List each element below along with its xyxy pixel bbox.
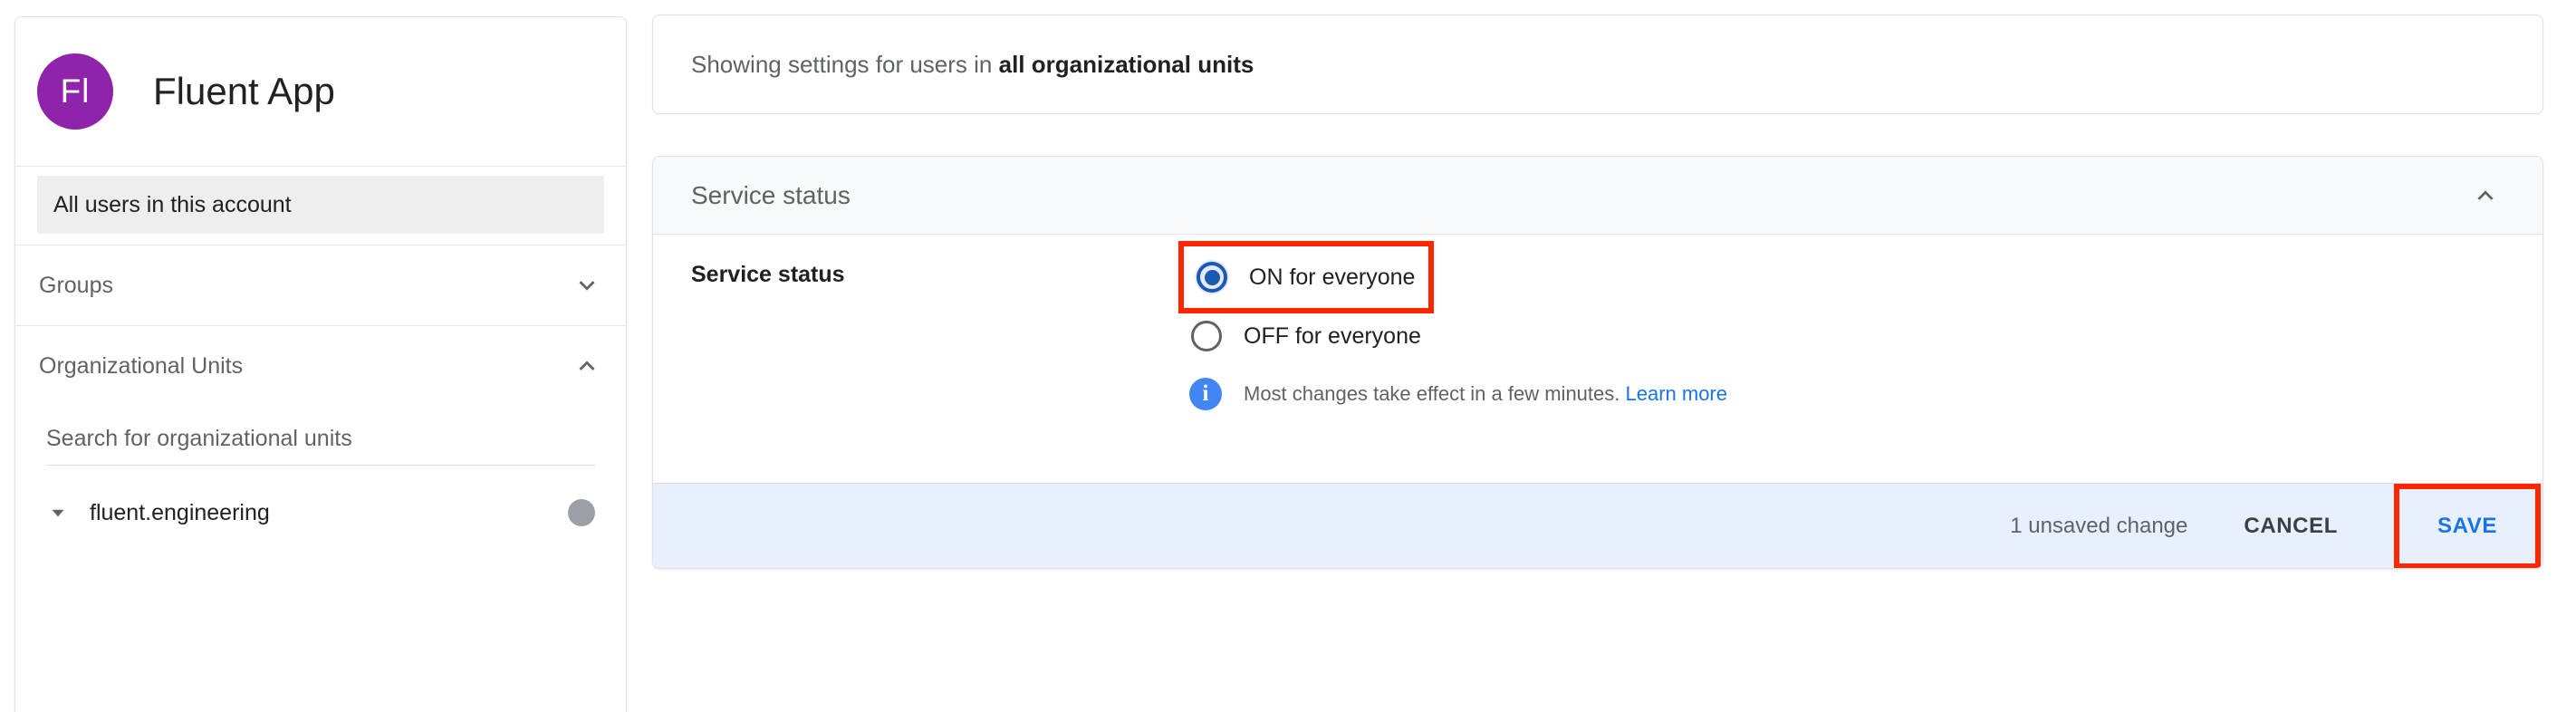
scope-emphasis: all organizational units: [999, 51, 1254, 78]
scope-banner: Showing settings for users in all organi…: [652, 14, 2543, 114]
chevron-up-icon[interactable]: [572, 351, 602, 381]
sidebar-item-organizational-units[interactable]: Organizational Units: [15, 326, 626, 406]
radio-label-off: OFF for everyone: [1244, 323, 1421, 350]
radio-button-on-icon[interactable]: [1195, 260, 1229, 294]
chevron-down-icon[interactable]: [572, 270, 602, 301]
chevron-up-icon[interactable]: [2470, 180, 2501, 211]
radio-option-off[interactable]: OFF for everyone: [1189, 319, 1421, 353]
page-title: Fluent App: [153, 72, 335, 111]
scope-text: Showing settings for users in all organi…: [691, 51, 1254, 79]
card-header-title: Service status: [691, 181, 2470, 210]
app-root: Fl Fluent App All users in this account …: [0, 0, 2576, 712]
highlight-box-on-option: ON for everyone: [1178, 241, 1434, 313]
scope-prefix: Showing settings for users in: [691, 51, 999, 78]
info-icon: i: [1189, 378, 1222, 410]
search-field-wrapper: [39, 426, 602, 466]
service-status-card: Service status Service status ON for eve…: [652, 156, 2543, 569]
card-footer: 1 unsaved change CANCEL SAVE: [653, 483, 2542, 568]
card-body: Service status ON for everyone OFF for e…: [653, 235, 2542, 484]
org-unit-name: fluent.engineering: [90, 500, 568, 526]
cancel-button[interactable]: CANCEL: [2227, 499, 2354, 553]
status-dot-icon: [568, 499, 595, 526]
sidebar-item-label: Organizational Units: [39, 353, 572, 380]
sidebar-item-label: All users in this account: [53, 192, 292, 218]
search-input[interactable]: [46, 426, 595, 466]
sidebar-item-label: Groups: [39, 273, 572, 299]
learn-more-link[interactable]: Learn more: [1625, 382, 1727, 405]
card-header[interactable]: Service status: [653, 157, 2542, 235]
save-button[interactable]: SAVE: [2425, 505, 2510, 548]
info-note-message: Most changes take effect in a few minute…: [1244, 382, 1625, 405]
info-note: i Most changes take effect in a few minu…: [1189, 378, 1727, 410]
unsaved-changes-label: 1 unsaved change: [2010, 514, 2187, 539]
avatar: Fl: [37, 53, 113, 130]
radio-button-off-icon[interactable]: [1189, 319, 1224, 353]
sidebar-item-all-users[interactable]: All users in this account: [37, 176, 604, 234]
highlight-box-save-button: SAVE: [2394, 484, 2541, 569]
info-note-text: Most changes take effect in a few minute…: [1244, 382, 1727, 406]
radio-option-on[interactable]: ON for everyone: [1195, 249, 1415, 305]
sidebar-item-groups[interactable]: Groups: [15, 245, 626, 325]
caret-down-icon[interactable]: [46, 501, 70, 524]
all-users-section: All users in this account: [15, 167, 626, 245]
app-header: Fl Fluent App: [15, 17, 626, 166]
organizational-units-panel: fluent.engineering: [15, 426, 626, 538]
radio-label-on: ON for everyone: [1249, 265, 1415, 291]
sidebar: Fl Fluent App All users in this account …: [14, 16, 627, 712]
field-label-service-status: Service status: [691, 262, 845, 288]
list-item[interactable]: fluent.engineering: [39, 487, 602, 538]
